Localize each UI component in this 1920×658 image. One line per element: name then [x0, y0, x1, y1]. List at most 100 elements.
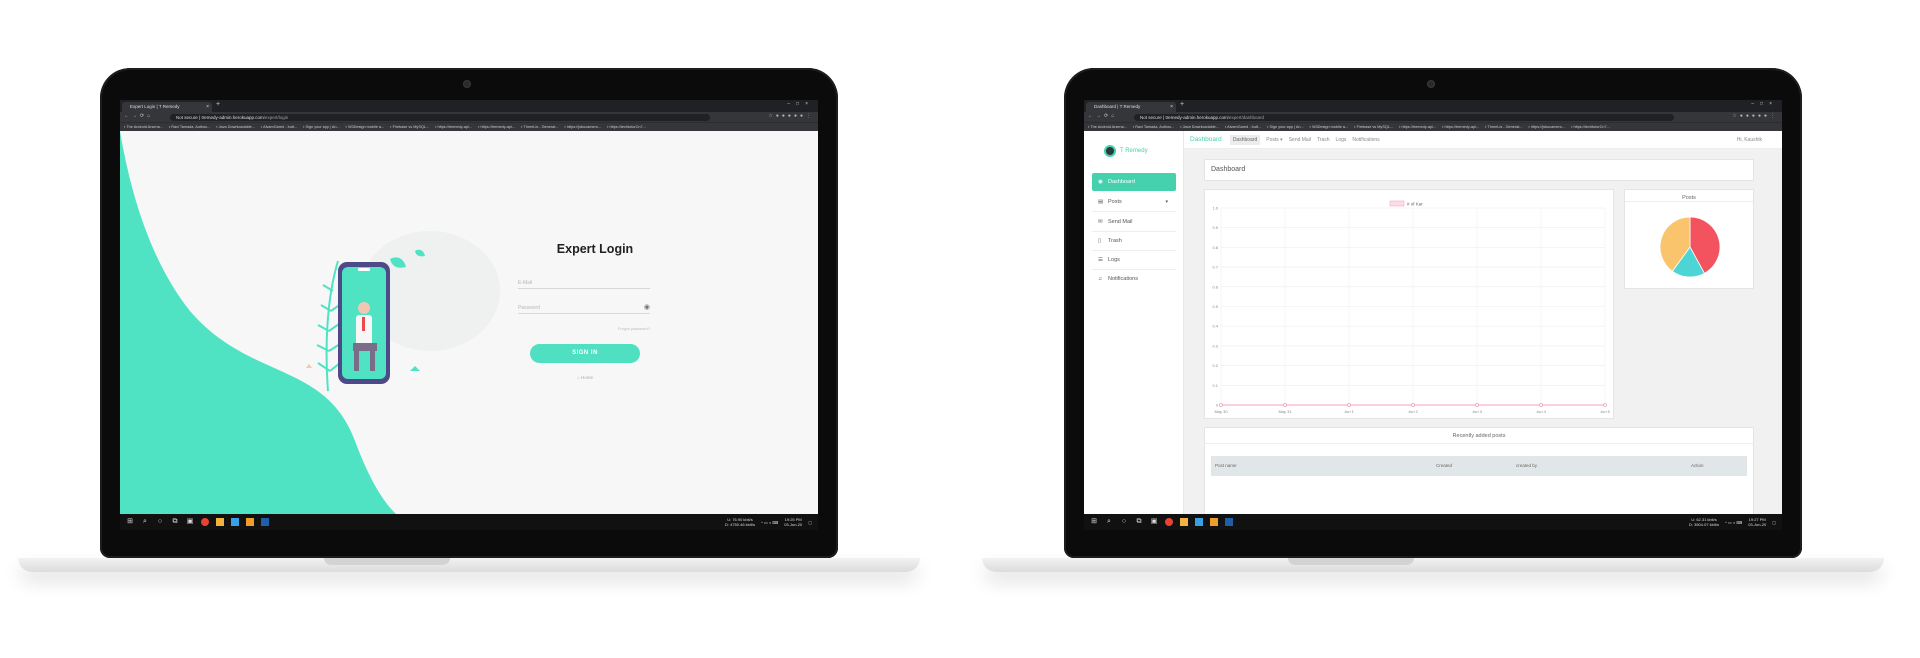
y-tick-label: 0.3 [1212, 343, 1218, 348]
app-icon[interactable] [1210, 518, 1218, 526]
bookmark-item[interactable]: ▪ Firebase vs MySQL... [1354, 125, 1393, 129]
eye-icon[interactable]: ◉ [644, 302, 650, 314]
sidebar-item-send-mail[interactable]: ✉ Send Mail [1092, 213, 1176, 231]
store-icon[interactable]: ▣ [186, 518, 194, 526]
close-tab-icon[interactable]: × [1170, 102, 1173, 112]
search-icon[interactable]: ⌕ [141, 518, 149, 526]
notification-icon[interactable]: ▢ [808, 520, 812, 525]
y-tick-label: 1.0 [1212, 206, 1218, 211]
nav-link-posts[interactable]: Posts ▾ [1266, 137, 1282, 143]
bell-icon: ♫ [1098, 276, 1103, 282]
clock[interactable]: 19:25 PM 03-Jun-20 [784, 517, 802, 527]
system-tray: U: 62.31 kbit/s D: 3504.07 kbit/s ^ ▭ ◖ … [1689, 517, 1782, 527]
nav-icons[interactable]: ←→⟳⌂ [124, 113, 153, 119]
sidebar-item-logs[interactable]: ☰ Logs [1092, 251, 1176, 269]
greeting[interactable]: Hi, Kaushik [1737, 137, 1762, 143]
close-tab-icon[interactable]: × [206, 102, 209, 112]
window-controls[interactable]: –□× [787, 101, 814, 107]
folder-icon[interactable] [216, 518, 224, 526]
x-tick-label: May 31 [1278, 409, 1292, 414]
bookmark-item[interactable]: ▪ AlvamGared - butt... [1225, 125, 1261, 129]
login-title: Expert Login [556, 242, 634, 256]
browser-tab[interactable]: Dashboard | T Remedy × [1086, 102, 1176, 112]
sidebar-item-label: Logs [1108, 257, 1120, 263]
bookmark-item[interactable]: ▪ Java Downloadable... [216, 125, 255, 129]
nav-link-notifications[interactable]: Notifications [1352, 137, 1379, 143]
bookmark-item[interactable]: ▪ https://jsbucamero... [564, 125, 601, 129]
sidebar-item-dashboard[interactable]: ◉ Dashboard [1092, 173, 1176, 191]
app-icon[interactable] [1195, 518, 1203, 526]
navbar-brand[interactable]: Dashboard [1190, 136, 1222, 143]
bookmark-item[interactable]: ▪ https://techtutorCn7... [607, 125, 646, 129]
bookmark-item[interactable]: ▪ https://tremedy-api... [435, 125, 472, 129]
bookmark-item[interactable]: ▪ Sign your app | An... [1267, 125, 1304, 129]
url-field[interactable]: Not secure | tremedy-admin.herokuapp.com… [1134, 113, 1674, 121]
bookmark-item[interactable]: ▪ ThreeLis - Generat... [521, 125, 558, 129]
new-tab-icon[interactable]: + [1180, 101, 1184, 108]
cortana-icon[interactable]: ○ [156, 518, 164, 526]
extension-icons[interactable]: ☆●●●●●⋮ [1732, 113, 1778, 119]
windows-start-icon[interactable]: ⊞ [1090, 518, 1098, 526]
password-field[interactable]: Password ◉ [518, 302, 650, 314]
url-field[interactable]: Not secure | tremedy-admin.herokuapp.com… [170, 113, 710, 121]
bookmark-item[interactable]: ▪ Java Downloadable... [1180, 125, 1219, 129]
cortana-icon[interactable]: ○ [1120, 518, 1128, 526]
bookmark-item[interactable]: ▪ AlvamGared - butt... [261, 125, 297, 129]
home-link[interactable]: ⌂ Home [560, 375, 610, 380]
notification-icon[interactable]: ▢ [1772, 520, 1776, 525]
app-icon[interactable] [246, 518, 254, 526]
column-header-post-name: Post name [1215, 463, 1237, 468]
data-point [1411, 403, 1415, 407]
store-icon[interactable]: ▣ [1150, 518, 1158, 526]
bookmark-item[interactable]: ▪ W3Design mobile a... [1310, 125, 1349, 129]
window-controls[interactable]: –□× [1751, 101, 1778, 107]
email-field[interactable]: E-Mail [518, 277, 650, 289]
sidebar-item-label: Trash [1108, 238, 1122, 244]
new-tab-icon[interactable]: + [216, 101, 220, 108]
search-icon[interactable]: ⌕ [1105, 518, 1113, 526]
sidebar-brand[interactable]: T Remedy [1104, 145, 1148, 157]
bookmark-item[interactable]: ▪ Ravi Tamada, Authos... [1133, 125, 1174, 129]
bookmark-item[interactable]: ▪ https://tremedy-api... [478, 125, 515, 129]
bookmark-item[interactable]: ▪ https://tremedy-api... [1399, 125, 1436, 129]
bookmark-item[interactable]: ▪ https://techtutorCn7... [1571, 125, 1610, 129]
photoshop-icon[interactable] [261, 518, 269, 526]
line-chart: # of Kar1.00.90.80.70.60.50.40.30.20.10M… [1212, 200, 1611, 414]
bookmark-item[interactable]: ▪ Sign your app | An... [303, 125, 340, 129]
bookmark-item[interactable]: ▪ ThreeLis - Generat... [1485, 125, 1522, 129]
download-speed: D: 4750.46 kbit/s [724, 522, 756, 527]
bookmark-item[interactable]: ▪ Ravi Tamada, Authos... [169, 125, 210, 129]
nav-link-trash[interactable]: Trash [1317, 137, 1330, 143]
tray-icons[interactable]: ^ ▭ ◖ ⌨ [1725, 520, 1742, 525]
bookmark-item[interactable]: ▪ W3Design mobile a... [346, 125, 385, 129]
folder-icon[interactable] [1180, 518, 1188, 526]
sidebar-item-notifications[interactable]: ♫ Notifications [1092, 270, 1176, 288]
bookmark-item[interactable]: ▪ https://tremedy-api... [1442, 125, 1479, 129]
bookmark-item[interactable]: ▪ Firebase vs MySQL... [390, 125, 429, 129]
screen: Expert Login | T Remedy × + –□× ←→⟳⌂ Not… [120, 100, 818, 530]
task-view-icon[interactable]: ⧉ [1135, 518, 1143, 526]
bookmark-item[interactable]: ▪ https://jsbucamero... [1528, 125, 1565, 129]
clock[interactable]: 19:27 PM 03-Jun-20 [1748, 517, 1766, 527]
bookmark-item[interactable]: ▪ The Android Arsena... [1088, 125, 1127, 129]
sidebar-item-posts[interactable]: ▤ Posts ▾ [1092, 193, 1176, 211]
sidebar-item-trash[interactable]: ▯ Trash [1092, 232, 1176, 250]
nav-link-send-mail[interactable]: Send Mail [1289, 137, 1311, 143]
nav-link-dashboard[interactable]: Dashboard [1229, 134, 1261, 145]
column-header-action: Action [1691, 463, 1704, 468]
task-view-icon[interactable]: ⧉ [171, 518, 179, 526]
photoshop-icon[interactable] [1225, 518, 1233, 526]
tray-icons[interactable]: ^ ▭ ◖ ⌨ [761, 520, 778, 525]
forgot-password-link[interactable]: Forgot password? [560, 326, 650, 331]
app-icon[interactable] [231, 518, 239, 526]
extension-icons[interactable]: ☆●●●●●⋮ [768, 113, 814, 119]
bookmark-item[interactable]: ▪ The Android Arsena... [124, 125, 163, 129]
sign-in-button[interactable]: SIGN IN [530, 344, 640, 363]
chrome-icon[interactable] [201, 518, 209, 526]
nav-link-logs[interactable]: Logs [1336, 137, 1347, 143]
windows-start-icon[interactable]: ⊞ [126, 518, 134, 526]
chrome-icon[interactable] [1165, 518, 1173, 526]
nav-icons[interactable]: ←→⟳⌂ [1088, 113, 1117, 119]
browser-tab[interactable]: Expert Login | T Remedy × [122, 102, 212, 112]
browser-tabbar: Expert Login | T Remedy × + –□× [120, 100, 818, 112]
